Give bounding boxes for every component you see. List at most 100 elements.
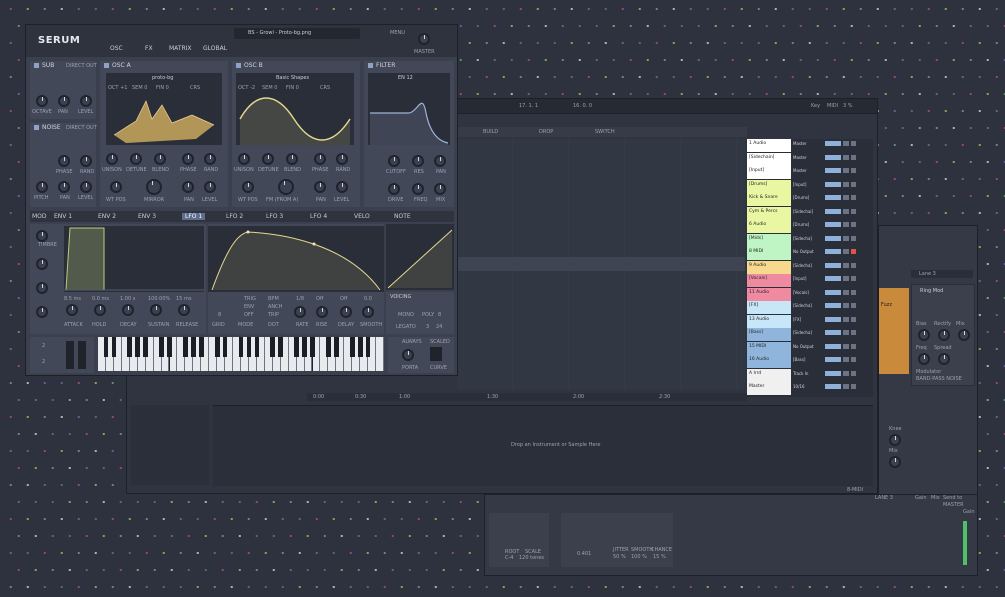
track-mute-button[interactable]	[851, 208, 856, 214]
track-row[interactable]: [Input] Master	[747, 166, 873, 180]
piano-black-key[interactable]	[183, 337, 188, 357]
track-volume[interactable]	[825, 343, 841, 349]
porta-knob[interactable]	[402, 349, 414, 361]
track-volume[interactable]	[825, 303, 841, 308]
env-knob[interactable]	[178, 304, 190, 316]
pitch-bend-up-value[interactable]: 2	[42, 343, 45, 349]
lfo-delay-value[interactable]: Off	[340, 296, 347, 302]
track-volume[interactable]	[825, 289, 841, 295]
track-header[interactable]: [Drums]	[747, 179, 791, 193]
track-tab[interactable]: 8-MIDI	[847, 487, 863, 493]
piano-black-key[interactable]	[214, 337, 220, 357]
sub-octave-knob[interactable]	[36, 95, 48, 107]
key-button[interactable]: Key	[811, 103, 820, 109]
mod-tab-env-3[interactable]: ENV 3	[138, 213, 156, 220]
track-header[interactable]: [Bass]	[747, 328, 791, 341]
lfo-rise-knob[interactable]	[316, 306, 328, 318]
track-row[interactable]: Cym & Percs [Sidechai]	[747, 206, 873, 221]
pitch-bend-down-value[interactable]: 2	[42, 359, 45, 365]
filter-response-display[interactable]: EN 12	[368, 73, 450, 145]
track-mute-button[interactable]	[851, 303, 856, 308]
track-volume[interactable]	[825, 370, 841, 376]
scale-value[interactable]: 120 tones	[519, 555, 544, 561]
track-output-select[interactable]: 10/16	[793, 384, 805, 389]
track-output-select[interactable]: Track In	[793, 371, 808, 376]
track-row[interactable]: 15 MIDI No Output	[747, 341, 873, 356]
osc-a-unison-knob[interactable]	[106, 153, 118, 165]
track-output-select[interactable]: [Input]	[793, 182, 806, 187]
piano-black-key[interactable]	[278, 337, 284, 357]
track-pan[interactable]	[843, 141, 849, 146]
lfo-off-option[interactable]: OFF	[244, 312, 254, 318]
smooth-percent[interactable]: 100 %	[631, 554, 647, 560]
osc-a-mirror-knob[interactable]	[146, 179, 162, 195]
track-header[interactable]: 16 Audio	[747, 355, 791, 368]
mix-knob[interactable]	[958, 329, 970, 341]
piano-white-key[interactable]	[376, 337, 384, 371]
track-row[interactable]: Kick & Snare [Drums]	[747, 193, 873, 207]
env-value[interactable]: 8.5 ms	[64, 296, 81, 302]
track-pan[interactable]	[843, 262, 849, 268]
track-header[interactable]: 1 Audio	[747, 139, 791, 152]
osc-b-unison-knob[interactable]	[238, 153, 250, 165]
freq-knob[interactable]	[918, 353, 930, 365]
noise-enable-toggle[interactable]	[34, 125, 39, 130]
random-device[interactable]: 0.401 JITTER SMOOTH CHANCE 50 % 100 % 15…	[561, 513, 673, 567]
root-value[interactable]: C-4	[505, 555, 513, 561]
track-output-select[interactable]: [Sidecha]	[793, 330, 812, 335]
track-row[interactable]: 8 MIDI No Output	[747, 247, 873, 261]
ring-mod-device[interactable]: Ring Mod Bias Rectify Mix Freq Spread Mo…	[911, 284, 975, 386]
macro-4-knob[interactable]	[36, 306, 48, 318]
track-volume[interactable]	[825, 195, 841, 200]
filter-drive-knob[interactable]	[388, 183, 400, 195]
track-output-select[interactable]: [Sidecha]	[793, 236, 812, 241]
osc-b-wavetable-display[interactable]: Basic Shapes OCT -2 SEM 0 FIN 0 CRS	[236, 73, 354, 145]
track-pan[interactable]	[843, 289, 849, 295]
osc-a-wtpos-knob[interactable]	[110, 181, 122, 193]
track-mute-button[interactable]	[851, 357, 856, 362]
fuzz-device[interactable]: Fuzz	[879, 288, 909, 374]
piano-black-key[interactable]	[270, 337, 276, 357]
legato-button[interactable]: LEGATO	[396, 324, 416, 330]
piano-black-key[interactable]	[135, 337, 141, 357]
noise-phase-knob[interactable]	[58, 155, 70, 167]
track-mute-button[interactable]	[851, 195, 856, 200]
osc-b-fm-knob[interactable]	[278, 179, 294, 195]
track-mute-button[interactable]	[851, 249, 856, 254]
knee-knob[interactable]	[889, 434, 901, 446]
tab-matrix[interactable]: MATRIX	[169, 45, 192, 52]
track-mute-button[interactable]	[851, 222, 856, 227]
time-ruler[interactable]: 0:00 0:30 1:00 1:30 2:00 2:30	[307, 393, 747, 401]
macro-1-knob[interactable]	[36, 230, 48, 242]
osc-a-fin[interactable]: FIN 0	[156, 85, 169, 91]
track-pan[interactable]	[843, 181, 849, 187]
piano-black-key[interactable]	[349, 337, 355, 357]
osc-a-enable-toggle[interactable]	[104, 63, 109, 68]
track-volume[interactable]	[825, 208, 841, 214]
track-pan[interactable]	[843, 276, 849, 281]
track-mute-button[interactable]	[851, 370, 856, 376]
legato-value[interactable]: 3	[426, 324, 429, 330]
filter-mix-knob[interactable]	[434, 183, 446, 195]
track-mute-button[interactable]	[851, 384, 856, 389]
lfo-grid-value[interactable]: 8	[218, 312, 221, 318]
track-pan[interactable]	[843, 303, 849, 308]
piano-black-key[interactable]	[190, 337, 196, 357]
track-volume[interactable]	[825, 154, 841, 160]
track-mute-button[interactable]	[851, 154, 856, 160]
track-header[interactable]: 8 MIDI	[747, 247, 791, 260]
filter-type-select[interactable]: EN 12	[398, 75, 413, 81]
noise-pitch-knob[interactable]	[36, 181, 48, 193]
track-volume[interactable]	[825, 357, 841, 362]
track-header[interactable]: [Mids]	[747, 233, 791, 247]
track-volume[interactable]	[825, 316, 841, 322]
track-output-select[interactable]: [Vocals]	[793, 290, 809, 295]
osc-b-rand-knob[interactable]	[336, 153, 348, 165]
track-pan[interactable]	[843, 222, 849, 227]
lfo-bpm-option[interactable]: BPM	[268, 296, 279, 302]
mod-tab-lfo-4[interactable]: LFO 4	[310, 213, 327, 220]
track-header[interactable]: 9 Audio	[747, 260, 791, 274]
lfo-rate-value[interactable]: 1/8	[296, 296, 304, 302]
lane-header[interactable]: Lane 3	[911, 270, 973, 278]
sub-direct-out[interactable]: DIRECT OUT	[66, 63, 97, 69]
